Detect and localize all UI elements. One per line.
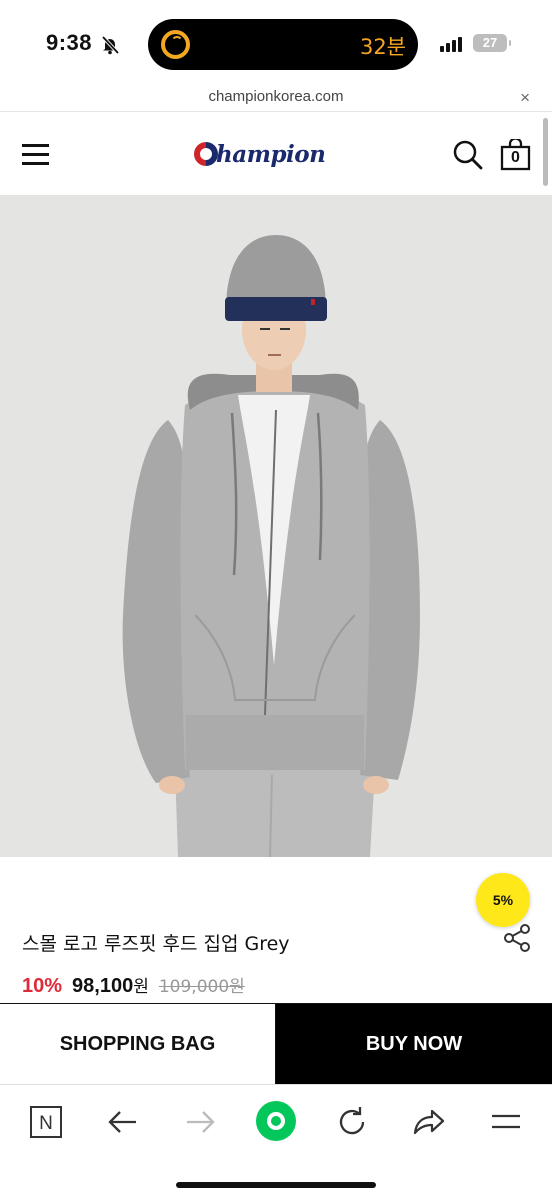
menu-lines-icon[interactable]	[486, 1102, 526, 1142]
search-icon[interactable]	[452, 139, 484, 171]
cart-count: 0	[511, 149, 520, 166]
bell-off-icon	[101, 35, 120, 55]
share-icon[interactable]	[503, 923, 533, 953]
site-header: hampion 0	[0, 113, 552, 195]
page-scrollbar[interactable]	[543, 118, 548, 186]
currency-label: 원	[133, 977, 149, 997]
back-arrow-icon[interactable]	[103, 1102, 143, 1142]
original-price: 109,000원	[158, 977, 245, 997]
status-bar: 9:38 32분 27	[0, 0, 552, 86]
timer-ring-icon	[161, 30, 190, 59]
buy-now-button[interactable]: BUY NOW	[276, 1004, 552, 1084]
n-box-icon: N	[30, 1106, 62, 1138]
sale-price: 98,100	[72, 975, 134, 997]
discount-badge[interactable]: 5%	[476, 873, 530, 927]
forward-arrow-icon[interactable]	[180, 1102, 220, 1142]
n-label: N	[39, 1113, 53, 1134]
svg-text:hampion: hampion	[216, 141, 325, 168]
product-image[interactable]	[0, 195, 552, 857]
green-dot-icon[interactable]	[256, 1101, 296, 1141]
home-indicator[interactable]	[176, 1182, 376, 1188]
island-timer-text: 32분	[359, 35, 406, 59]
cellular-signal-icon	[440, 36, 466, 52]
discount-rate: 10%	[22, 975, 63, 997]
product-name: 스몰 로고 루즈핏 후드 집업 Grey	[22, 933, 290, 955]
naver-home-icon[interactable]: N	[26, 1102, 66, 1142]
green-circle-icon	[256, 1101, 296, 1141]
shopping-bag-icon[interactable]: 0	[500, 137, 531, 171]
url-bar[interactable]: championkorea.com ×	[0, 86, 552, 112]
menu-icon[interactable]	[22, 142, 49, 166]
model-photo	[122, 235, 420, 857]
purchase-actions: SHOPPING BAG BUY NOW	[0, 1003, 552, 1084]
status-time: 9:38	[46, 30, 93, 55]
price-row: 10% 98,100원 109,000원	[22, 972, 245, 998]
close-icon[interactable]: ×	[520, 88, 530, 108]
url-text[interactable]: championkorea.com	[0, 88, 552, 105]
reload-icon[interactable]	[332, 1102, 372, 1142]
dynamic-island[interactable]: 32분	[148, 19, 418, 70]
champion-logo[interactable]: hampion	[184, 133, 368, 175]
battery-icon: 27	[473, 34, 511, 52]
shopping-bag-button[interactable]: SHOPPING BAG	[0, 1004, 276, 1084]
product-info: 5% 스몰 로고 루즈핏 후드 집업 Grey 10% 98,100원 109,00…	[0, 857, 552, 1003]
share-arrow-icon[interactable]	[409, 1102, 449, 1142]
